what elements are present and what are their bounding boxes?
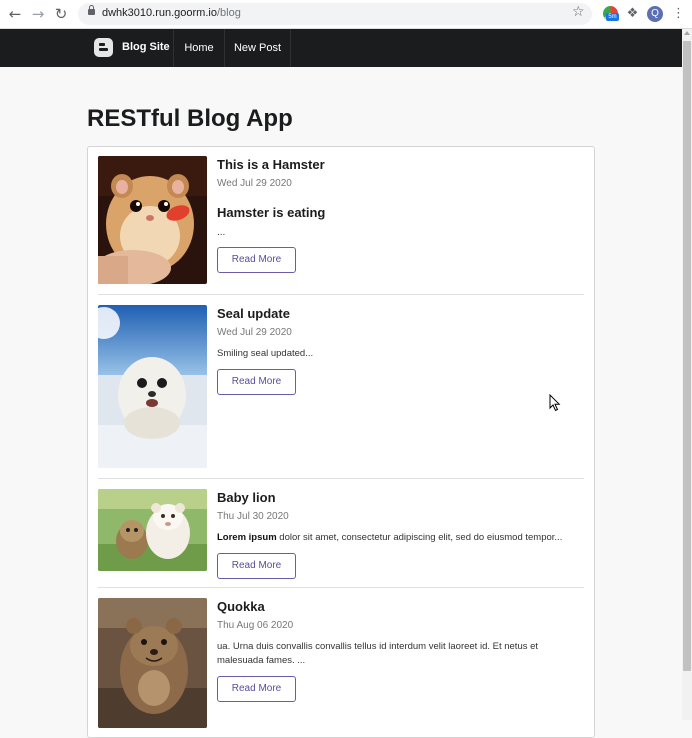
read-more-button[interactable]: Read More [217, 369, 296, 395]
page-title: RESTful Blog App [87, 105, 293, 132]
hamster-image [98, 156, 207, 284]
brand-link[interactable]: Blog Site [85, 29, 174, 67]
extensions-icon[interactable]: ❖ [625, 6, 640, 21]
post-item: This is a Hamster Wed Jul 29 2020 Hamste… [98, 156, 584, 284]
post-item: Baby lion Thu Jul 30 2020 Lorem ipsum do… [98, 489, 584, 579]
post-list: This is a Hamster Wed Jul 29 2020 Hamste… [87, 146, 595, 738]
post-date: Wed Jul 29 2020 [217, 178, 292, 189]
baby-lion-image [98, 489, 207, 571]
post-excerpt: Smiling seal updated... [217, 348, 314, 359]
extension-badge: 5m [606, 13, 619, 21]
post-excerpt: ... [217, 227, 226, 238]
forward-icon[interactable]: → [29, 5, 47, 23]
post-date: Thu Aug 06 2020 [217, 620, 294, 631]
back-icon[interactable]: ← [6, 5, 24, 23]
excerpt-text: dolor sit amet, consectetur adipiscing e… [276, 532, 563, 543]
menu-icon[interactable]: ⋮ [672, 6, 685, 21]
page-scrollbar[interactable] [682, 29, 692, 720]
browser-toolbar: ← → ↻ dwhk3010.run.goorm.io/blog ☆ 5m ❖ … [0, 0, 692, 29]
post-date: Thu Jul 30 2020 [217, 511, 289, 522]
lock-icon[interactable] [88, 5, 95, 15]
post-title[interactable]: This is a Hamster [217, 156, 587, 173]
url-text[interactable]: dwhk3010.run.goorm.io/blog [102, 7, 241, 19]
post-excerpt: Lorem ipsum dolor sit amet, consectetur … [217, 531, 587, 545]
read-more-button[interactable]: Read More [217, 676, 296, 702]
post-title[interactable]: Quokka [217, 598, 587, 615]
scroll-thumb[interactable] [683, 41, 691, 671]
seal-image [98, 305, 207, 468]
post-title[interactable]: Seal update [217, 305, 587, 322]
read-more-button[interactable]: Read More [217, 247, 296, 273]
extension-icon[interactable]: 5m [603, 6, 619, 21]
nav-new-post[interactable]: New Post [225, 29, 291, 67]
post-divider [98, 587, 584, 588]
post-content: Baby lion Thu Jul 30 2020 Lorem ipsum do… [217, 489, 587, 579]
star-icon[interactable]: ☆ [572, 4, 585, 20]
site-navbar: Blog Site Home New Post [0, 29, 682, 67]
post-excerpt: ua. Urna duis convallis convallis tellus… [217, 641, 539, 666]
address-bar[interactable]: dwhk3010.run.goorm.io/blog ☆ [78, 3, 592, 25]
post-subheading: Hamster is eating [217, 205, 326, 220]
post-item: Quokka Thu Aug 06 2020 ua. Urna duis con… [98, 598, 584, 728]
post-content: Seal update Wed Jul 29 2020 Smiling seal… [217, 305, 587, 395]
mouse-cursor-icon [549, 394, 561, 412]
post-divider [98, 478, 584, 479]
nav-home[interactable]: Home [174, 29, 225, 67]
excerpt-bold: Lorem ipsum [217, 532, 277, 543]
post-date: Wed Jul 29 2020 [217, 327, 292, 338]
reload-icon[interactable]: ↻ [52, 5, 70, 23]
post-item: Seal update Wed Jul 29 2020 Smiling seal… [98, 305, 584, 468]
blogger-logo-icon [94, 38, 113, 57]
read-more-button[interactable]: Read More [217, 553, 296, 579]
quokka-image [98, 598, 207, 728]
post-divider [98, 294, 584, 295]
post-title[interactable]: Baby lion [217, 489, 587, 506]
scroll-up-icon[interactable] [684, 31, 690, 35]
post-content: Quokka Thu Aug 06 2020 ua. Urna duis con… [217, 598, 587, 702]
brand-text: Blog Site [122, 41, 170, 53]
profile-avatar[interactable]: Q [647, 6, 663, 22]
post-content: This is a Hamster Wed Jul 29 2020 Hamste… [217, 156, 587, 273]
